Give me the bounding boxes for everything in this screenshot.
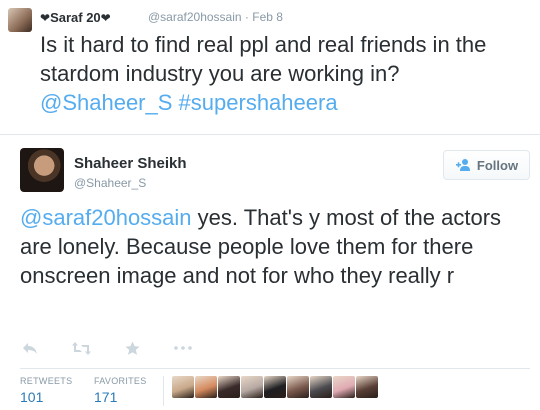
mention-link[interactable]: @Shaheer_S [40, 90, 172, 115]
favoriter-avatar[interactable] [195, 376, 217, 398]
favoriter-avatar[interactable] [264, 376, 286, 398]
main-tweet-text: @saraf20hossain yes. That's y most of th… [20, 203, 530, 290]
parent-tweet-avatar[interactable] [8, 8, 32, 32]
parent-display-name-text: Saraf 20 [50, 10, 101, 25]
favoriter-avatar[interactable] [356, 376, 378, 398]
more-icon[interactable] [173, 340, 193, 356]
favoriter-avatar[interactable] [241, 376, 263, 398]
favoriter-avatars [172, 376, 379, 398]
favoriter-avatar[interactable] [218, 376, 240, 398]
parent-tweet-display-name[interactable]: ❤Saraf 20❤ [40, 10, 111, 25]
main-tweet-display-name[interactable]: Shaheer Sheikh [74, 155, 187, 172]
divider [20, 368, 530, 369]
stats-divider [163, 376, 164, 406]
mention-link[interactable]: @saraf20hossain [20, 205, 192, 230]
main-tweet-avatar[interactable] [20, 148, 64, 192]
follow-button[interactable]: Follow [443, 150, 530, 180]
tweet-actions [20, 338, 224, 358]
heart-icon: ❤ [100, 11, 111, 25]
parent-tweet-body: Is it hard to find real ppl and real fri… [40, 32, 487, 86]
parent-tweet-date[interactable]: Feb 8 [252, 10, 283, 24]
favoriter-avatar[interactable] [333, 376, 355, 398]
parent-tweet-handle[interactable]: @saraf20hossain [148, 10, 242, 24]
reply-icon[interactable] [20, 340, 40, 356]
favoriter-avatar[interactable] [287, 376, 309, 398]
hashtag-link[interactable]: #supershaheera [179, 90, 338, 115]
favoriter-avatar[interactable] [172, 376, 194, 398]
retweets-label: RETWEETS [20, 376, 73, 386]
favorites-label: FAVORITES [94, 376, 147, 386]
favorites-count[interactable]: 171 [94, 389, 117, 405]
parent-tweet-text: Is it hard to find real ppl and real fri… [40, 30, 535, 117]
heart-icon: ❤ [40, 11, 51, 25]
divider [0, 134, 540, 135]
retweet-icon[interactable] [71, 340, 91, 356]
retweets-count[interactable]: 101 [20, 389, 43, 405]
meta-separator: · [244, 10, 249, 24]
favoriter-avatar[interactable] [310, 376, 332, 398]
main-tweet-handle[interactable]: @Shaheer_S [74, 176, 146, 190]
follow-label: Follow [476, 157, 519, 173]
add-user-icon [455, 159, 470, 171]
favorite-icon[interactable] [122, 340, 142, 356]
parent-tweet-meta: @saraf20hossain · Feb 8 [148, 10, 283, 24]
